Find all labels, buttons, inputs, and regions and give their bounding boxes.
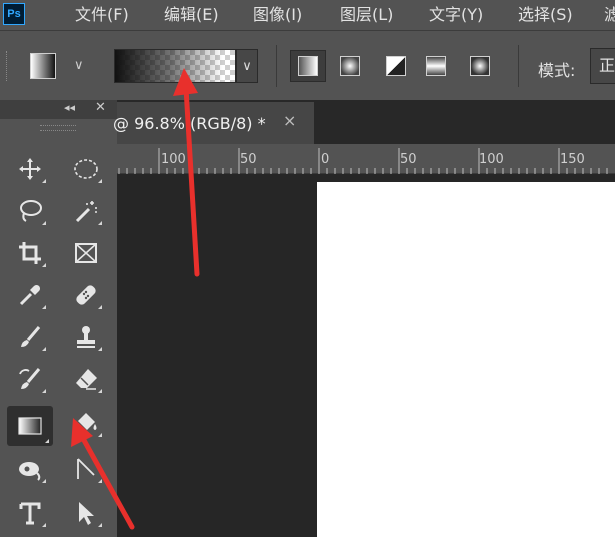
ruler-label: 0 bbox=[321, 152, 330, 167]
collapse-panel-icon[interactable]: ◂◂ bbox=[64, 101, 75, 114]
history-brush-tool[interactable] bbox=[10, 362, 50, 396]
canvas-workspace[interactable] bbox=[117, 174, 615, 537]
photoshop-logo-icon[interactable]: Ps bbox=[3, 3, 25, 25]
angle-gradient-button[interactable] bbox=[378, 50, 414, 82]
crop-tool[interactable] bbox=[10, 236, 50, 270]
reflected-gradient-button[interactable] bbox=[418, 50, 454, 82]
angle-gradient-icon bbox=[386, 56, 406, 76]
menu-edit[interactable]: 编辑(E) bbox=[164, 0, 219, 30]
lasso-tool[interactable] bbox=[10, 194, 50, 228]
gradient-picker-dropdown-icon[interactable]: ∨ bbox=[236, 49, 258, 83]
menu-type[interactable]: 文字(Y) bbox=[429, 0, 483, 30]
frame-icon bbox=[75, 243, 97, 263]
clone-stamp-tool[interactable] bbox=[66, 320, 106, 354]
history-brush-icon bbox=[19, 368, 41, 389]
pen-icon bbox=[77, 458, 95, 479]
horizontal-ruler[interactable]: 100 50 0 50 100 150 bbox=[117, 144, 615, 174]
menu-layer[interactable]: 图层(L) bbox=[340, 0, 393, 30]
gradient-preview-swatch[interactable] bbox=[114, 49, 236, 83]
tools-panel-grip[interactable] bbox=[40, 125, 76, 131]
move-icon bbox=[19, 158, 41, 180]
eyedropper-tool[interactable] bbox=[10, 278, 50, 312]
diamond-gradient-icon bbox=[470, 56, 490, 76]
menu-file[interactable]: 文件(F) bbox=[75, 0, 129, 30]
ellipse-marquee-tool[interactable] bbox=[66, 152, 106, 186]
document-tab-strip: @ 96.8% (RGB/8) * × bbox=[113, 100, 615, 144]
tool-preset-caret-icon[interactable]: ∨ bbox=[74, 58, 84, 73]
options-bar: ∨ ∨ 模式: 正 bbox=[0, 30, 615, 100]
tools-panel-header[interactable]: ◂◂ ✕ bbox=[0, 100, 117, 119]
move-tool[interactable] bbox=[10, 152, 50, 186]
ruler-ticks bbox=[118, 148, 608, 174]
document-canvas[interactable] bbox=[317, 182, 615, 537]
options-divider bbox=[276, 45, 277, 87]
healing-brush-tool[interactable] bbox=[66, 278, 106, 312]
ruler-label: 100 bbox=[161, 152, 186, 167]
gradient-tool[interactable] bbox=[7, 406, 53, 446]
reflected-gradient-icon bbox=[426, 56, 446, 76]
eyedropper-icon bbox=[19, 284, 41, 306]
blend-mode-select[interactable]: 正 bbox=[590, 48, 615, 84]
linear-gradient-button[interactable] bbox=[290, 50, 326, 82]
type-icon bbox=[19, 502, 41, 525]
options-divider bbox=[518, 45, 519, 87]
tool-preset-picker-icon[interactable] bbox=[30, 53, 56, 79]
clone-stamp-icon bbox=[77, 326, 95, 348]
blur-tool[interactable] bbox=[10, 452, 50, 486]
crop-icon bbox=[19, 242, 41, 264]
pen-tool[interactable] bbox=[66, 452, 106, 486]
ruler-label: 50 bbox=[240, 152, 257, 167]
healing-brush-icon bbox=[76, 285, 96, 305]
brush-icon bbox=[21, 326, 41, 347]
document-tab-title: @ 96.8% (RGB/8) * bbox=[113, 113, 266, 133]
close-document-icon[interactable]: × bbox=[283, 111, 296, 130]
eraser-icon bbox=[76, 369, 97, 390]
menu-bar: Ps 文件(F) 编辑(E) 图像(I) 图层(L) 文字(Y) 选择(S) 滤 bbox=[0, 0, 615, 30]
gradient-icon bbox=[18, 417, 42, 435]
paint-bucket-icon bbox=[78, 413, 97, 430]
diamond-gradient-button[interactable] bbox=[462, 50, 498, 82]
mode-label: 模式: bbox=[538, 61, 576, 80]
tools-panel: ◂◂ ✕ bbox=[0, 100, 117, 537]
radial-gradient-icon bbox=[340, 56, 360, 76]
path-selection-tool[interactable] bbox=[66, 496, 106, 530]
ellipse-marquee-icon bbox=[74, 159, 98, 179]
menu-select[interactable]: 选择(S) bbox=[518, 0, 573, 30]
frame-tool[interactable] bbox=[66, 236, 106, 270]
type-tool[interactable] bbox=[10, 496, 50, 530]
document-tab[interactable]: @ 96.8% (RGB/8) * × bbox=[113, 102, 314, 144]
path-selection-icon bbox=[79, 502, 94, 525]
close-panel-icon[interactable]: ✕ bbox=[95, 100, 106, 115]
linear-gradient-icon bbox=[298, 56, 318, 76]
magic-wand-tool[interactable] bbox=[66, 194, 106, 228]
options-bar-grip[interactable] bbox=[6, 51, 10, 81]
ruler-label: 50 bbox=[400, 152, 417, 167]
ruler-label: 100 bbox=[479, 152, 504, 167]
lasso-icon bbox=[20, 200, 42, 222]
eraser-tool[interactable] bbox=[66, 362, 106, 396]
radial-gradient-button[interactable] bbox=[332, 50, 368, 82]
menu-image[interactable]: 图像(I) bbox=[253, 0, 302, 30]
paint-bucket-tool[interactable] bbox=[66, 406, 106, 440]
ruler-label: 150 bbox=[560, 152, 585, 167]
blur-icon bbox=[19, 462, 41, 481]
magic-wand-icon bbox=[75, 201, 97, 223]
brush-tool[interactable] bbox=[10, 320, 50, 354]
menu-filter[interactable]: 滤 bbox=[604, 0, 615, 30]
